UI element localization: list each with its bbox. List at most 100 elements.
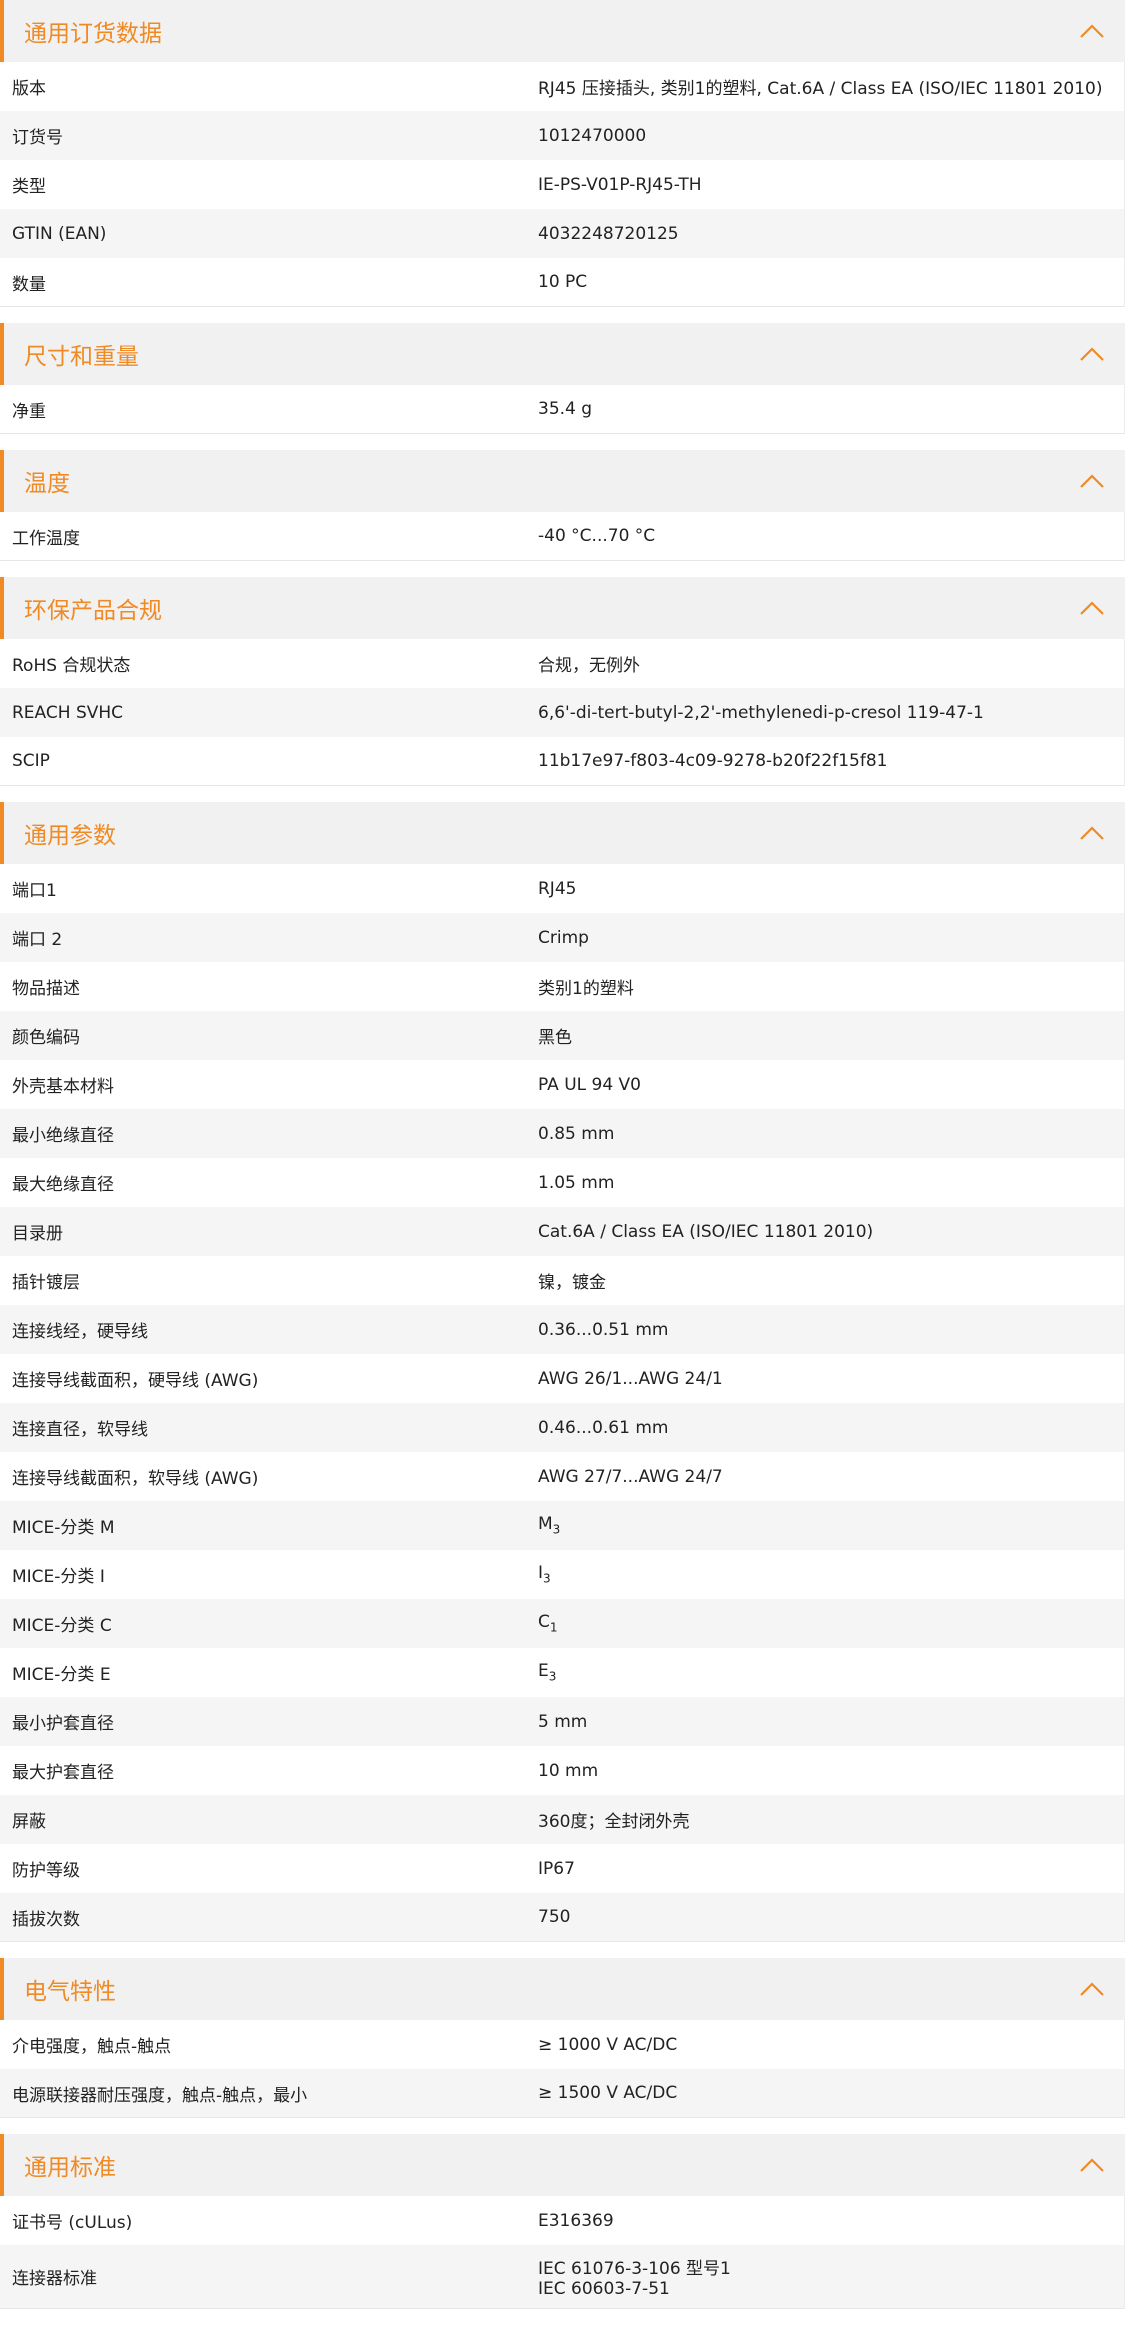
section-header[interactable]: 通用参数 xyxy=(0,802,1125,864)
spec-value-text: 1012470000 xyxy=(538,125,647,146)
spec-row: MICE-分类 C C1 xyxy=(0,1599,1125,1648)
spec-row: 连接直径，软导线 0.46...0.61 mm xyxy=(0,1403,1125,1452)
spec-rows: 净重 35.4 g xyxy=(0,385,1125,434)
chevron-up-icon[interactable] xyxy=(1079,600,1105,616)
spec-label: 最大护套直径 xyxy=(12,1763,114,1783)
spec-row: 净重 35.4 g xyxy=(0,385,1125,434)
spec-value-text: 0.85 mm xyxy=(538,1123,615,1144)
spec-value: AWG 26/1...AWG 24/1 xyxy=(538,1369,1124,1389)
spec-value: 10 mm xyxy=(538,1761,1124,1781)
spec-value-text: 360度；全封闭外壳 xyxy=(538,1812,690,1832)
spec-value: ≥ 1000 V AC/DC xyxy=(538,2035,1124,2055)
spec-label: 防护等级 xyxy=(12,1861,80,1881)
spec-label: GTIN (EAN) xyxy=(12,223,107,244)
spec-value: 10 PC xyxy=(538,272,1124,292)
spec-section: 通用订货数据版本 RJ45 压接插头, 类别1的塑料, Cat.6A / Clas… xyxy=(0,0,1125,307)
spec-label: MICE-分类 I xyxy=(12,1567,105,1587)
section-title: 温度 xyxy=(24,471,70,497)
spec-section: 尺寸和重量 净重 35.4 g xyxy=(0,323,1125,434)
spec-row: SCIP 11b17e97-f803-4c09-9278-b20f22f15f81 xyxy=(0,737,1125,786)
spec-row: 插拔次数 750 xyxy=(0,1893,1125,1942)
spec-value: E316369 xyxy=(538,2211,1124,2231)
spec-value-text: IP67 xyxy=(538,1858,575,1879)
spec-row: MICE-分类 E E3 xyxy=(0,1648,1125,1697)
spec-rows: 端口1 RJ45 端口 2 Crimp 物品描述 类别1的塑料 颜色编码 黑色 外壳基本材料 PA… xyxy=(0,864,1125,1942)
spec-section: 环保产品合规 RoHS 合规状态 合规，无例外 REACH SVHC 6,6'-di-t… xyxy=(0,577,1125,786)
chevron-up-icon[interactable] xyxy=(1079,473,1105,489)
section-title: 通用标准 xyxy=(24,2155,116,2181)
spec-value: 合规，无例外 xyxy=(538,651,1124,676)
spec-value-text: 10 mm xyxy=(538,1760,599,1781)
spec-row: 连接器标准 IEC 61076-3-106 型号1 IEC 60603-7-51 xyxy=(0,2245,1125,2309)
section-header[interactable]: 温度 xyxy=(0,450,1125,512)
spec-label: 目录册 xyxy=(12,1224,63,1244)
spec-label: 连接导线截面积，硬导线 (AWG) xyxy=(12,1371,259,1391)
spec-rows: 版本 RJ45 压接插头, 类别1的塑料, Cat.6A / Class EA (… xyxy=(0,62,1125,307)
spec-row: MICE-分类 I I3 xyxy=(0,1550,1125,1599)
chevron-up-icon[interactable] xyxy=(1079,346,1105,362)
spec-value-text: 0.46...0.61 mm xyxy=(538,1417,669,1438)
spec-value: -40 °C...70 °C xyxy=(538,526,1124,546)
chevron-up-icon[interactable] xyxy=(1079,23,1105,39)
spec-label: MICE-分类 E xyxy=(12,1665,111,1685)
spec-value-text: Cat.6A / Class EA (ISO/IEC 11801 2010) xyxy=(538,1221,874,1242)
spec-row: 连接导线截面积，软导线 (AWG) AWG 27/7...AWG 24/7 xyxy=(0,1452,1125,1501)
spec-label: 屏蔽 xyxy=(12,1812,46,1832)
spec-row: 最大护套直径 10 mm xyxy=(0,1746,1125,1795)
spec-row: 连接导线截面积，硬导线 (AWG) AWG 26/1...AWG 24/1 xyxy=(0,1354,1125,1403)
section-header[interactable]: 尺寸和重量 xyxy=(0,323,1125,385)
spec-label: 类型 xyxy=(12,177,46,197)
spec-row: REACH SVHC 6,6'-di-tert-butyl-2,2'-methyl… xyxy=(0,688,1125,737)
spec-value-text: RJ45 压接插头, 类别1的塑料, Cat.6A / Class EA (IS… xyxy=(538,79,1103,99)
spec-row: 数量 10 PC xyxy=(0,258,1125,307)
spec-row: 最小护套直径 5 mm xyxy=(0,1697,1125,1746)
spec-value: 镍，镀金 xyxy=(538,1268,1124,1293)
section-header[interactable]: 电气特性 xyxy=(0,1958,1125,2020)
spec-row: 介电强度，触点-触点 ≥ 1000 V AC/DC xyxy=(0,2020,1125,2069)
spec-value: 360度；全封闭外壳 xyxy=(538,1807,1124,1832)
section-title: 通用参数 xyxy=(24,823,116,849)
spec-section: 通用参数端口1 RJ45 端口 2 Crimp 物品描述 类别1的塑料 颜色编码 黑色 外壳基本… xyxy=(0,802,1125,1942)
spec-value-text: 黑色 xyxy=(538,1028,572,1048)
spec-page: 通用订货数据版本 RJ45 压接插头, 类别1的塑料, Cat.6A / Clas… xyxy=(0,0,1125,2309)
chevron-up-icon[interactable] xyxy=(1079,1981,1105,1997)
chevron-up-icon[interactable] xyxy=(1079,2157,1105,2173)
spec-value-text: 镍，镀金 xyxy=(538,1273,606,1293)
spec-label: 介电强度，触点-触点 xyxy=(12,2037,172,2057)
spec-value-text: 10 PC xyxy=(538,272,588,292)
spec-value: 0.85 mm xyxy=(538,1124,1124,1144)
spec-row: 电源联接器耐压强度，触点-触点，最小 ≥ 1500 V AC/DC xyxy=(0,2069,1125,2118)
spec-rows: 工作温度 -40 °C...70 °C xyxy=(0,512,1125,561)
spec-row: MICE-分类 M M3 xyxy=(0,1501,1125,1550)
spec-row: 版本 RJ45 压接插头, 类别1的塑料, Cat.6A / Class EA (… xyxy=(0,62,1125,111)
chevron-up-icon[interactable] xyxy=(1079,825,1105,841)
spec-value: 5 mm xyxy=(538,1712,1124,1732)
spec-value: C1 xyxy=(538,1612,1124,1634)
section-header[interactable]: 通用标准 xyxy=(0,2134,1125,2196)
section-header[interactable]: 环保产品合规 xyxy=(0,577,1125,639)
spec-value-text: 类别1的塑料 xyxy=(538,979,634,999)
spec-label: 最小绝缘直径 xyxy=(12,1126,114,1146)
spec-row: 工作温度 -40 °C...70 °C xyxy=(0,512,1125,561)
spec-value-subscript: 3 xyxy=(552,1522,561,1537)
spec-row: GTIN (EAN) 4032248720125 xyxy=(0,209,1125,258)
spec-value-text: RJ45 xyxy=(538,878,577,899)
spec-value: 1012470000 xyxy=(538,126,1124,146)
spec-value: ≥ 1500 V AC/DC xyxy=(538,2083,1124,2103)
spec-value-text: E xyxy=(538,1661,549,1682)
spec-label: 连接直径，软导线 xyxy=(12,1420,148,1440)
spec-label: MICE-分类 C xyxy=(12,1616,112,1636)
spec-value-text: 11b17e97-f803-4c09-9278-b20f22f15f81 xyxy=(538,751,888,771)
spec-value: M3 xyxy=(538,1514,1124,1536)
spec-label: 版本 xyxy=(12,79,46,99)
spec-rows: 证书号 (cULus) E316369 连接器标准 IEC 61076-3-106 型… xyxy=(0,2196,1125,2309)
spec-row: 防护等级 IP67 xyxy=(0,1844,1125,1893)
spec-section: 电气特性介电强度，触点-触点 ≥ 1000 V AC/DC 电源联接器耐压强度，触点… xyxy=(0,1958,1125,2118)
spec-label: 证书号 (cULus) xyxy=(12,2213,133,2233)
spec-value: IE-PS-V01P-RJ45-TH xyxy=(538,175,1124,195)
section-header[interactable]: 通用订货数据 xyxy=(0,0,1125,62)
spec-value-text: AWG 27/7...AWG 24/7 xyxy=(538,1466,723,1487)
spec-value-text-line2: IEC 60603-7-51 xyxy=(538,2279,670,2299)
spec-value: AWG 27/7...AWG 24/7 xyxy=(538,1467,1124,1487)
spec-value: RJ45 xyxy=(538,879,1124,899)
